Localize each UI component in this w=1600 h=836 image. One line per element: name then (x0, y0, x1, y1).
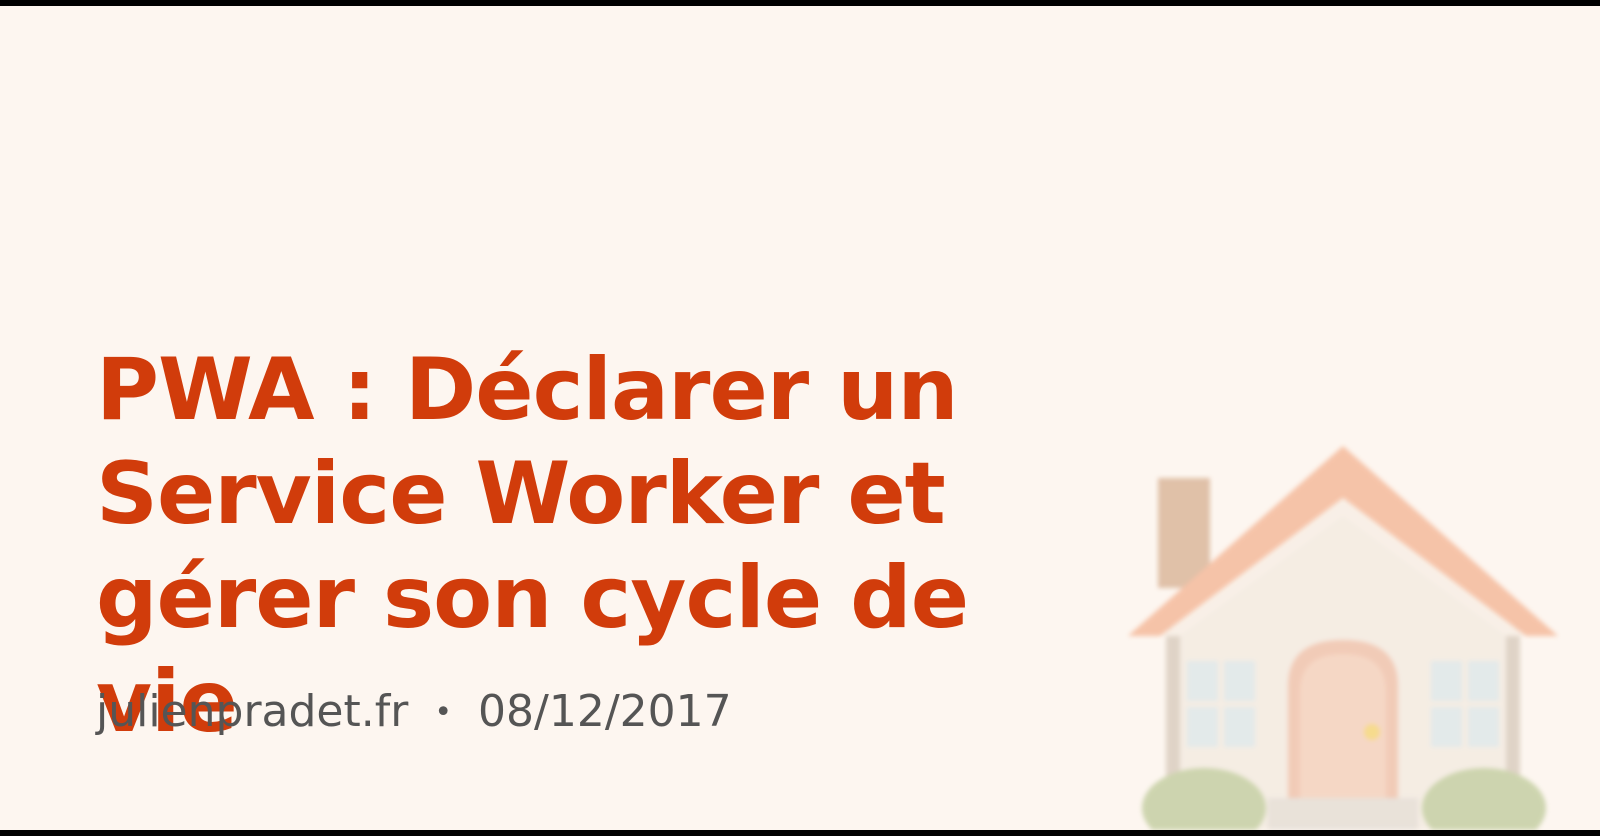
publish-date: 08/12/2017 (478, 686, 732, 737)
article-meta: julienpradet.fr • 08/12/2017 (96, 684, 732, 741)
meta-separator: • (434, 695, 453, 730)
site-name: julienpradet.fr (96, 686, 409, 737)
social-card: PWA : Déclarer un Service Worker et gére… (0, 6, 1600, 830)
house-icon (1128, 446, 1558, 830)
